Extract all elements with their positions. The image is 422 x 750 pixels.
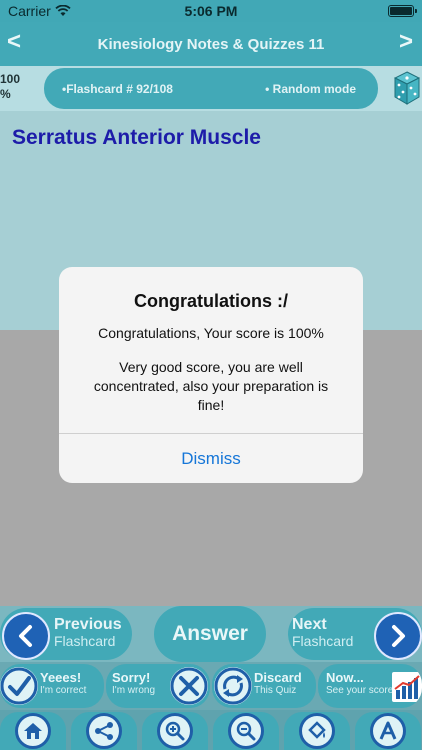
score-unit: % <box>0 87 11 101</box>
alert-message: Congratulations, Your score is 100% <box>98 325 324 341</box>
font-icon <box>370 713 406 749</box>
wrong-label-main: Sorry! <box>112 670 151 685</box>
score-label: Now... See your score <box>326 671 393 697</box>
previous-label-main: Previous <box>54 616 122 633</box>
wrong-button[interactable]: Sorry! I'm wrong <box>106 664 210 708</box>
zoom-in-icon <box>157 713 193 749</box>
correct-label-main: Yeees! <box>40 670 82 685</box>
arrow-left-icon <box>2 612 50 660</box>
share-button[interactable] <box>71 712 137 750</box>
tools-row <box>0 710 422 750</box>
cross-icon <box>170 667 208 705</box>
home-button[interactable] <box>0 712 66 750</box>
arrow-right-icon <box>374 612 422 660</box>
score-label-main: Now... <box>326 670 364 685</box>
flashcard-counter: •Flashcard # 92/108 <box>62 81 173 96</box>
discard-quiz-button[interactable]: Discard This Quiz <box>212 664 316 708</box>
correct-button[interactable]: Yeees! I'm correct <box>0 664 104 708</box>
next-label-sub: Flashcard <box>292 633 354 649</box>
next-label-main: Next <box>292 616 327 633</box>
navigation-bar: < Kinesiology Notes & Quizzes 11 > <box>0 22 422 66</box>
info-bar: 100 % •Flashcard # 92/108 • Random mode <box>0 66 422 111</box>
wrong-label: Sorry! I'm wrong <box>112 671 155 697</box>
zoom-out-icon <box>228 713 264 749</box>
alert-detail: Very good score, you are well concentrat… <box>93 359 329 413</box>
answer-button[interactable]: Answer <box>154 606 266 662</box>
flashcard-title: Serratus Anterior Muscle <box>12 126 261 149</box>
recycle-icon <box>214 667 252 705</box>
discard-label: Discard This Quiz <box>254 671 302 697</box>
wrong-label-sub: I'm wrong <box>112 685 156 696</box>
wifi-icon <box>55 5 71 16</box>
forward-arrow-button[interactable]: > <box>392 28 420 56</box>
carrier: Carrier <box>8 3 71 19</box>
previous-flashcard-button[interactable]: Previous Flashcard <box>0 608 132 660</box>
bottom-toolbar: Previous Flashcard Answer Next Flashcard… <box>0 606 422 750</box>
status-bar: Carrier 5:06 PM <box>0 0 422 22</box>
zoom-in-button[interactable] <box>142 712 208 750</box>
share-icon <box>86 713 122 749</box>
score-label-sub: See your score <box>326 685 394 696</box>
previous-label: Previous Flashcard <box>54 616 122 650</box>
battery-icon <box>388 5 417 17</box>
flashcard-navigation-row: Previous Flashcard Answer Next Flashcard <box>0 606 422 662</box>
previous-label-sub: Flashcard <box>54 633 116 649</box>
next-flashcard-button[interactable]: Next Flashcard <box>288 608 422 660</box>
discard-label-main: Discard <box>254 670 302 685</box>
carrier-label: Carrier <box>8 3 51 19</box>
see-score-button[interactable]: Now... See your score <box>318 664 422 708</box>
checkmark-icon <box>0 667 38 705</box>
home-icon <box>15 713 51 749</box>
correct-label-sub: I'm correct <box>40 685 87 696</box>
paint-bucket-icon <box>299 713 335 749</box>
discard-label-sub: This Quiz <box>254 685 297 696</box>
mode-label: • Random mode <box>265 81 356 96</box>
correct-label: Yeees! I'm correct <box>40 671 86 697</box>
score-value: 100 <box>0 72 21 86</box>
font-size-button[interactable] <box>355 712 421 750</box>
next-label: Next Flashcard <box>292 616 353 650</box>
quiz-actions-row: Yeees! I'm correct Sorry! I'm wrong Disc… <box>0 662 422 710</box>
zoom-out-button[interactable] <box>213 712 279 750</box>
paint-button[interactable] <box>284 712 350 750</box>
flashcard-info-pill: •Flashcard # 92/108 • Random mode <box>44 68 378 109</box>
alert-title: Congratulations :/ <box>134 291 288 311</box>
alert-dialog: Congratulations :/ Congratulations, Your… <box>59 267 363 483</box>
page-title: Kinesiology Notes & Quizzes 11 <box>97 35 325 53</box>
bar-chart-icon <box>392 672 422 702</box>
score-indicator: 100 % <box>0 72 22 106</box>
back-arrow-button[interactable]: < <box>0 28 28 56</box>
dismiss-button[interactable]: Dismiss <box>59 434 363 483</box>
dice-icon[interactable] <box>394 70 420 106</box>
